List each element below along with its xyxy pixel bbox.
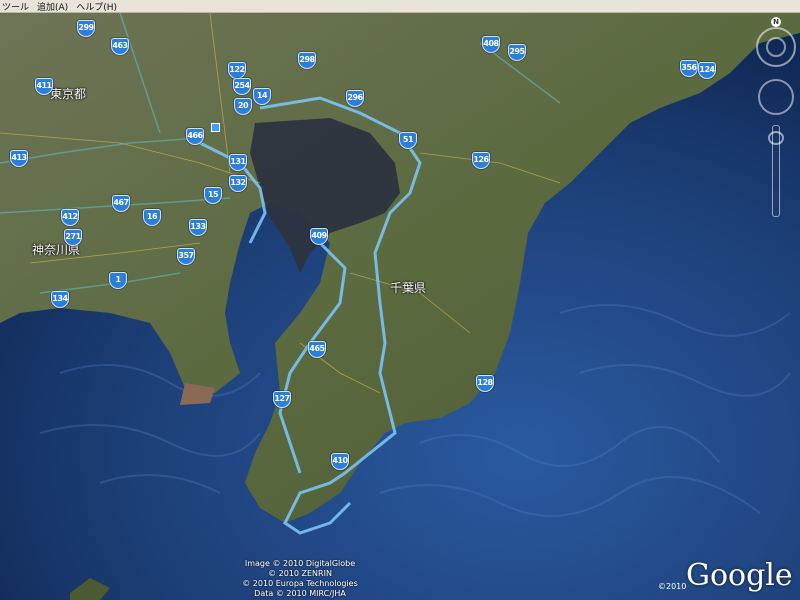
route-shield[interactable]: 408 (482, 36, 500, 53)
credit-line: Image © 2010 DigitalGlobe (244, 559, 356, 568)
route-shield[interactable]: 20 (234, 98, 252, 115)
route-shield[interactable]: 127 (273, 391, 291, 408)
route-shield[interactable]: 126 (472, 152, 490, 169)
zoom-slider-handle[interactable] (768, 131, 784, 145)
route-shield[interactable]: 298 (298, 52, 316, 69)
credit-line: © 2010 Europa Technologies (242, 579, 358, 588)
route-shield[interactable]: 411 (35, 78, 53, 95)
route-shield[interactable]: 133 (189, 219, 207, 236)
route-shield[interactable]: 467 (112, 195, 130, 212)
compass-north-button[interactable]: N (771, 17, 781, 27)
credit-line: Data © 2010 MIRC/JHA (254, 589, 346, 598)
route-shield[interactable]: 412 (61, 209, 79, 226)
map-view[interactable]: 東京都 神奈川県 千葉県 299 463 411 122 298 408 295… (0, 13, 800, 600)
route-shield[interactable]: 410 (331, 453, 349, 470)
route-shield[interactable]: 409 (310, 228, 328, 245)
route-shield[interactable]: 134 (51, 291, 69, 308)
route-shield[interactable]: 463 (111, 38, 129, 55)
navigation-controls: N (750, 13, 800, 233)
place-label-tokyo: 東京都 (50, 87, 87, 101)
route-shield[interactable]: 356 (680, 60, 698, 77)
route-shield[interactable]: 413 (10, 150, 28, 167)
menu-bar: ツール 追加(A) ヘルプ(H) (0, 0, 800, 13)
imagery-credits: Image © 2010 DigitalGlobe © 2010 ZENRIN … (200, 559, 400, 599)
route-shield[interactable]: 271 (64, 229, 82, 246)
route-shield[interactable]: 254 (233, 78, 251, 95)
location-marker[interactable] (211, 123, 220, 132)
route-shield[interactable]: 466 (186, 128, 204, 145)
route-shield[interactable]: 51 (399, 132, 417, 149)
google-logo: Google (686, 558, 793, 593)
copyright-year: ©2010 (658, 582, 687, 591)
route-shield[interactable]: 15 (204, 187, 222, 204)
route-shield[interactable]: 128 (476, 375, 494, 392)
route-shield[interactable]: 296 (346, 90, 364, 107)
route-shield[interactable]: 124 (698, 62, 716, 79)
map-imagery (0, 13, 800, 600)
route-shield[interactable]: 357 (177, 248, 195, 265)
route-shield[interactable]: 131 (229, 154, 247, 171)
place-label-chiba: 千葉県 (390, 281, 427, 295)
route-shield[interactable]: 295 (508, 44, 526, 61)
route-shield[interactable]: 122 (228, 62, 246, 79)
route-shield[interactable]: 299 (77, 20, 95, 37)
credit-line: © 2010 ZENRIN (268, 569, 332, 578)
menu-tools[interactable]: ツール (2, 0, 29, 13)
route-shield[interactable]: 1 (109, 272, 127, 289)
route-shield[interactable]: 465 (308, 341, 326, 358)
look-around-ring[interactable] (756, 27, 796, 67)
route-shield[interactable]: 132 (229, 175, 247, 192)
menu-add[interactable]: 追加(A) (37, 0, 68, 13)
route-shield[interactable]: 14 (253, 88, 271, 105)
move-joystick[interactable] (758, 79, 794, 115)
menu-help[interactable]: ヘルプ(H) (76, 0, 117, 13)
look-joystick[interactable] (766, 37, 786, 57)
route-shield[interactable]: 16 (143, 209, 161, 226)
